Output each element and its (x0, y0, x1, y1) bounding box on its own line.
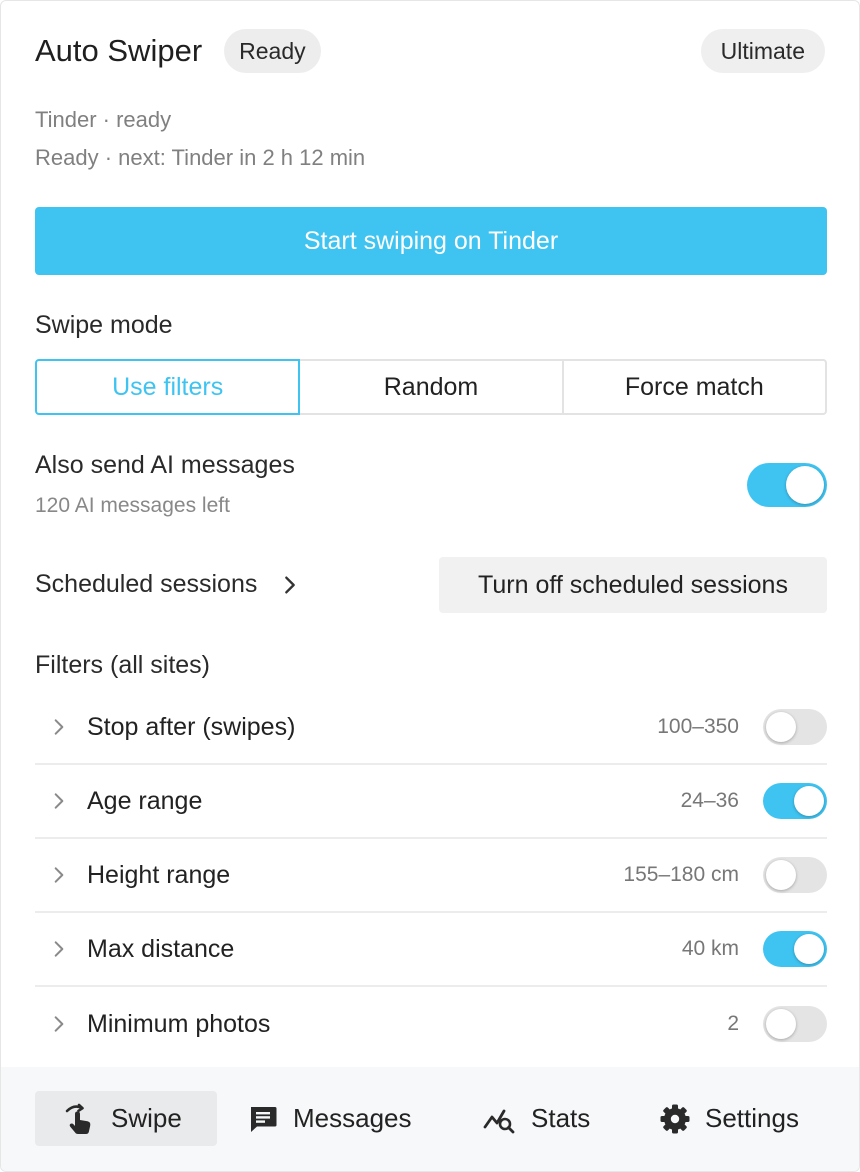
tab-swipe[interactable]: Swipe (35, 1091, 217, 1146)
auto-swiper-panel: Auto Swiper Ready Ultimate Tinder · read… (0, 0, 860, 1172)
ai-messages-toggle[interactable] (747, 463, 827, 507)
tab-label: Swipe (111, 1103, 182, 1133)
filter-value: 24–36 (680, 789, 739, 812)
filter-row-stop-after[interactable]: Stop after (swipes) 100–350 (35, 691, 827, 765)
filter-value: 2 (727, 1012, 739, 1035)
filter-list: Stop after (swipes) 100–350 Age range 24… (35, 691, 827, 1061)
chevron-right-icon (54, 793, 64, 809)
status-badge: Ready (224, 29, 321, 73)
scheduled-sessions-label: Scheduled sessions (35, 570, 258, 598)
filter-name: Stop after (swipes) (87, 712, 296, 741)
ai-messages-remaining: 120 AI messages left (35, 494, 230, 517)
start-swiping-button[interactable]: Start swiping on Tinder (35, 207, 827, 275)
gear-icon (660, 1104, 690, 1133)
filter-toggle-max-distance[interactable] (763, 931, 827, 967)
filter-value: 155–180 cm (623, 863, 739, 886)
app-title: Auto Swiper (35, 33, 203, 68)
filter-toggle-minimum-photos[interactable] (763, 1006, 827, 1042)
swipe-mode-label: Swipe mode (35, 311, 173, 339)
filter-row-minimum-photos[interactable]: Minimum photos 2 (35, 987, 827, 1061)
filter-value: 40 km (681, 937, 739, 960)
site-status-text: Tinder · ready (35, 107, 172, 132)
chevron-right-icon (54, 1016, 64, 1032)
stats-icon (483, 1109, 515, 1133)
turn-off-scheduled-button[interactable]: Turn off scheduled sessions (439, 557, 827, 613)
filter-value: 100–350 (657, 715, 739, 738)
filter-toggle-stop-after[interactable] (763, 709, 827, 745)
header: Auto Swiper Ready Ultimate (35, 27, 825, 75)
filter-row-age-range[interactable]: Age range 24–36 (35, 765, 827, 839)
filter-name: Minimum photos (87, 1009, 271, 1038)
toggle-knob (794, 786, 824, 816)
filter-toggle-age-range[interactable] (763, 783, 827, 819)
toggle-knob (766, 1009, 796, 1039)
chevron-right-icon (285, 575, 296, 594)
next-session-text: Ready · next: Tinder in 2 h 12 min (35, 145, 366, 170)
filter-toggle-height-range[interactable] (763, 857, 827, 893)
filter-name: Max distance (87, 934, 235, 963)
tab-label: Stats (531, 1103, 591, 1133)
toggle-knob (786, 466, 824, 504)
scheduled-sessions-link[interactable]: Scheduled sessions (35, 570, 301, 599)
swipe-mode-use-filters[interactable]: Use filters (35, 359, 301, 415)
toggle-knob (794, 934, 824, 964)
filters-label: Filters (all sites) (35, 651, 211, 679)
filter-row-max-distance[interactable]: Max distance 40 km (35, 913, 827, 987)
filter-name: Height range (87, 860, 231, 889)
tab-label: Settings (705, 1103, 799, 1133)
tab-stats[interactable]: Stats (483, 1091, 590, 1146)
tab-settings[interactable]: Settings (659, 1091, 799, 1146)
chevron-right-icon (54, 719, 64, 735)
plan-badge: Ultimate (700, 29, 825, 73)
swipe-mode-selector: Use filters Random Force match (35, 359, 827, 415)
chevron-right-icon (54, 867, 64, 883)
bottom-tab-bar: Swipe Messages Stats Settings (1, 1067, 859, 1171)
ai-messages-label: Also send AI messages (35, 451, 295, 479)
swipe-mode-force-match[interactable]: Force match (563, 359, 827, 415)
swipe-mode-random[interactable]: Random (300, 359, 564, 415)
filter-row-height-range[interactable]: Height range 155–180 cm (35, 839, 827, 913)
chevron-right-icon (54, 941, 64, 957)
tab-messages[interactable]: Messages (247, 1091, 412, 1146)
filter-name: Age range (87, 786, 203, 815)
toggle-knob (766, 712, 796, 742)
message-icon (251, 1106, 277, 1132)
swipe-hand-icon (65, 1103, 91, 1134)
tab-label: Messages (293, 1103, 412, 1133)
toggle-knob (766, 860, 796, 890)
